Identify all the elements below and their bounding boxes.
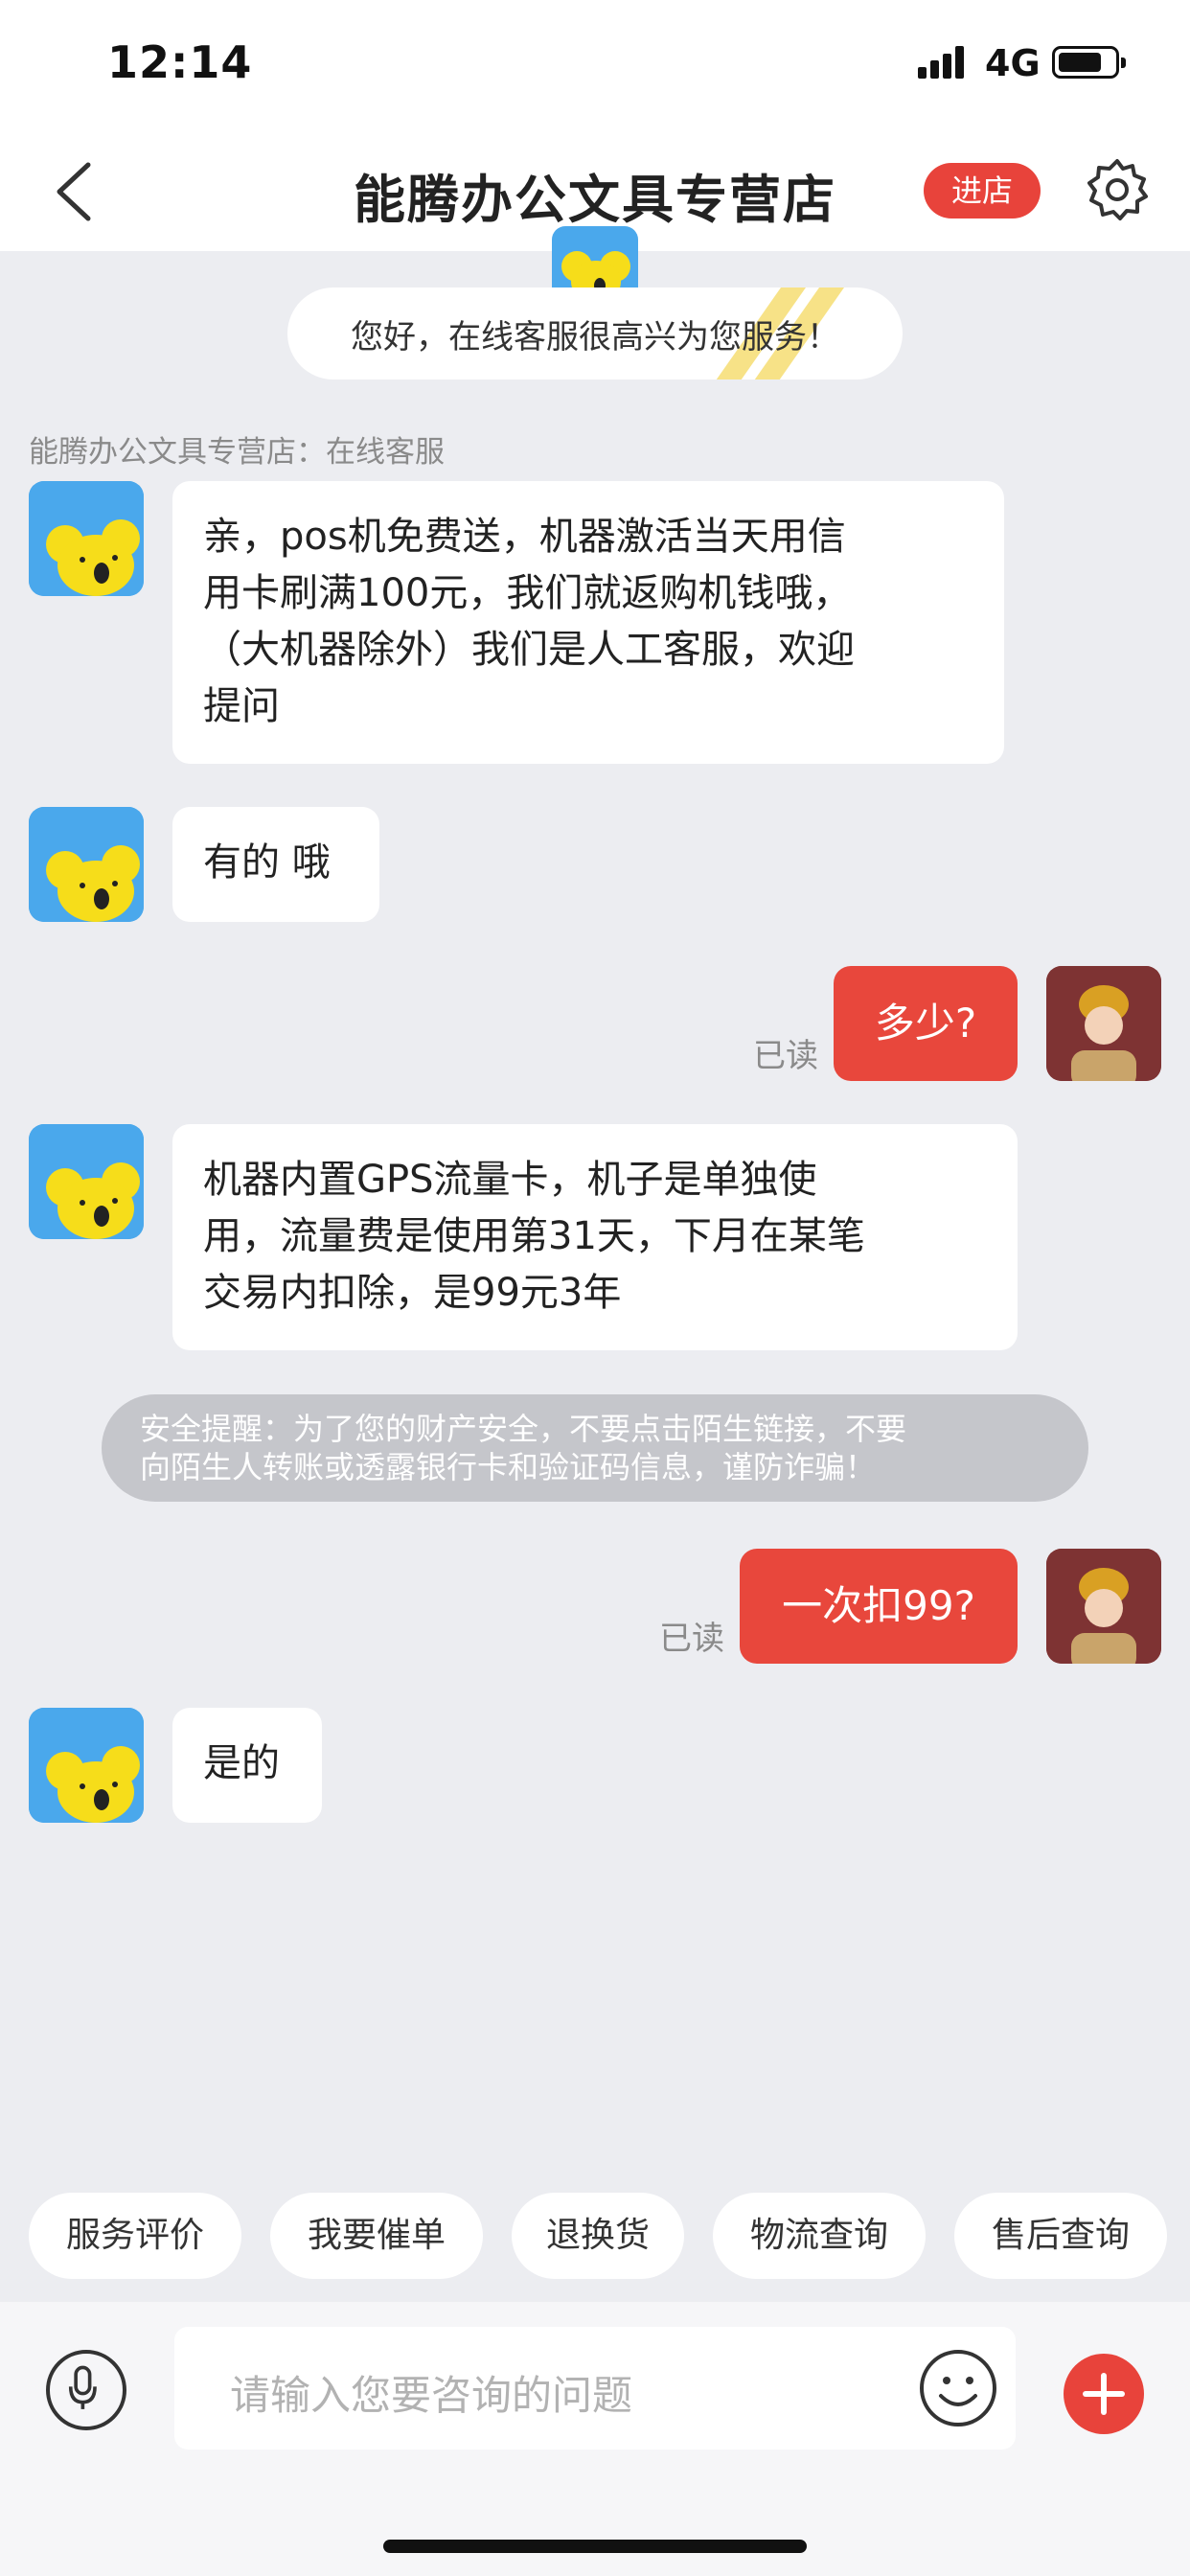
quick-action-after-sales[interactable]: 售后查询	[954, 2193, 1167, 2279]
shop-message: 是的	[172, 1708, 322, 1823]
user-message: 一次扣99?	[740, 1549, 1018, 1664]
security-notice: 安全提醒：为了您的财产安全，不要点击陌生链接，不要 向陌生人转账或透露银行卡和验…	[102, 1394, 1088, 1502]
read-status: 已读	[753, 1037, 818, 1075]
quick-action-service-rating[interactable]: 服务评价	[29, 2193, 241, 2279]
shop-message: 机器内置GPS流量卡，机子是单独使 用，流量费是使用第31天，下月在某笔 交易内…	[172, 1124, 1018, 1350]
quick-action-return-exchange[interactable]: 退换货	[512, 2193, 684, 2279]
message-line: 提问	[203, 684, 280, 728]
shop-avatar[interactable]	[29, 1124, 144, 1239]
home-indicator	[383, 2540, 807, 2553]
shop-message: 有的 哦	[172, 807, 379, 922]
network-type: 4G	[985, 42, 1041, 84]
welcome-banner: 您好，在线客服很高兴为您服务！	[287, 288, 903, 380]
user-message: 多少?	[834, 966, 1018, 1081]
microphone-icon[interactable]	[46, 2350, 126, 2430]
message-line: 交易内扣除，是99元3年	[203, 1271, 622, 1315]
message-input[interactable]: 请输入您要咨询的问题	[174, 2327, 1016, 2450]
shop-avatar[interactable]	[29, 807, 144, 922]
quick-action-logistics[interactable]: 物流查询	[713, 2193, 926, 2279]
smiley-icon[interactable]	[918, 2348, 998, 2428]
battery-icon	[1052, 46, 1126, 79]
notice-line: 安全提醒：为了您的财产安全，不要点击陌生链接，不要	[140, 1411, 907, 1447]
shop-avatar[interactable]	[29, 1708, 144, 1823]
status-bar: 12:14 4G	[0, 0, 1190, 134]
read-status: 已读	[659, 1620, 724, 1658]
shop-avatar[interactable]	[29, 481, 144, 596]
user-avatar[interactable]	[1046, 966, 1161, 1081]
welcome-text: 您好，在线客服很高兴为您服务！	[351, 318, 839, 356]
message-line: （大机器除外）我们是人工客服，欢迎	[203, 628, 855, 672]
shop-message: 亲，pos机免费送，机器激活当天用信 用卡刷满100元，我们就返购机钱哦， （大…	[172, 481, 1004, 764]
gear-icon[interactable]	[1085, 157, 1150, 222]
shop-service-label: 能腾办公文具专营店：在线客服	[29, 435, 445, 470]
message-line: 机器内置GPS流量卡，机子是单独使	[203, 1158, 817, 1202]
message-line: 是的	[203, 1741, 280, 1785]
enter-store-button[interactable]: 进店	[924, 163, 1041, 218]
message-line: 亲，pos机免费送，机器激活当天用信	[203, 515, 846, 559]
message-line: 有的 哦	[203, 840, 331, 885]
message-line: 用，流量费是使用第31天，下月在某笔	[203, 1214, 865, 1258]
user-avatar[interactable]	[1046, 1549, 1161, 1664]
input-bar: 请输入您要咨询的问题	[0, 2302, 1190, 2576]
quick-action-urge-order[interactable]: 我要催单	[270, 2193, 483, 2279]
notice-line: 向陌生人转账或透露银行卡和验证码信息，谨防诈骗！	[140, 1449, 877, 1485]
status-time: 12:14	[107, 36, 253, 88]
message-line: 用卡刷满100元，我们就返购机钱哦，	[203, 571, 852, 615]
signal-icon	[918, 46, 966, 79]
plus-icon[interactable]	[1064, 2354, 1144, 2434]
input-placeholder: 请输入您要咨询的问题	[230, 2372, 633, 2419]
